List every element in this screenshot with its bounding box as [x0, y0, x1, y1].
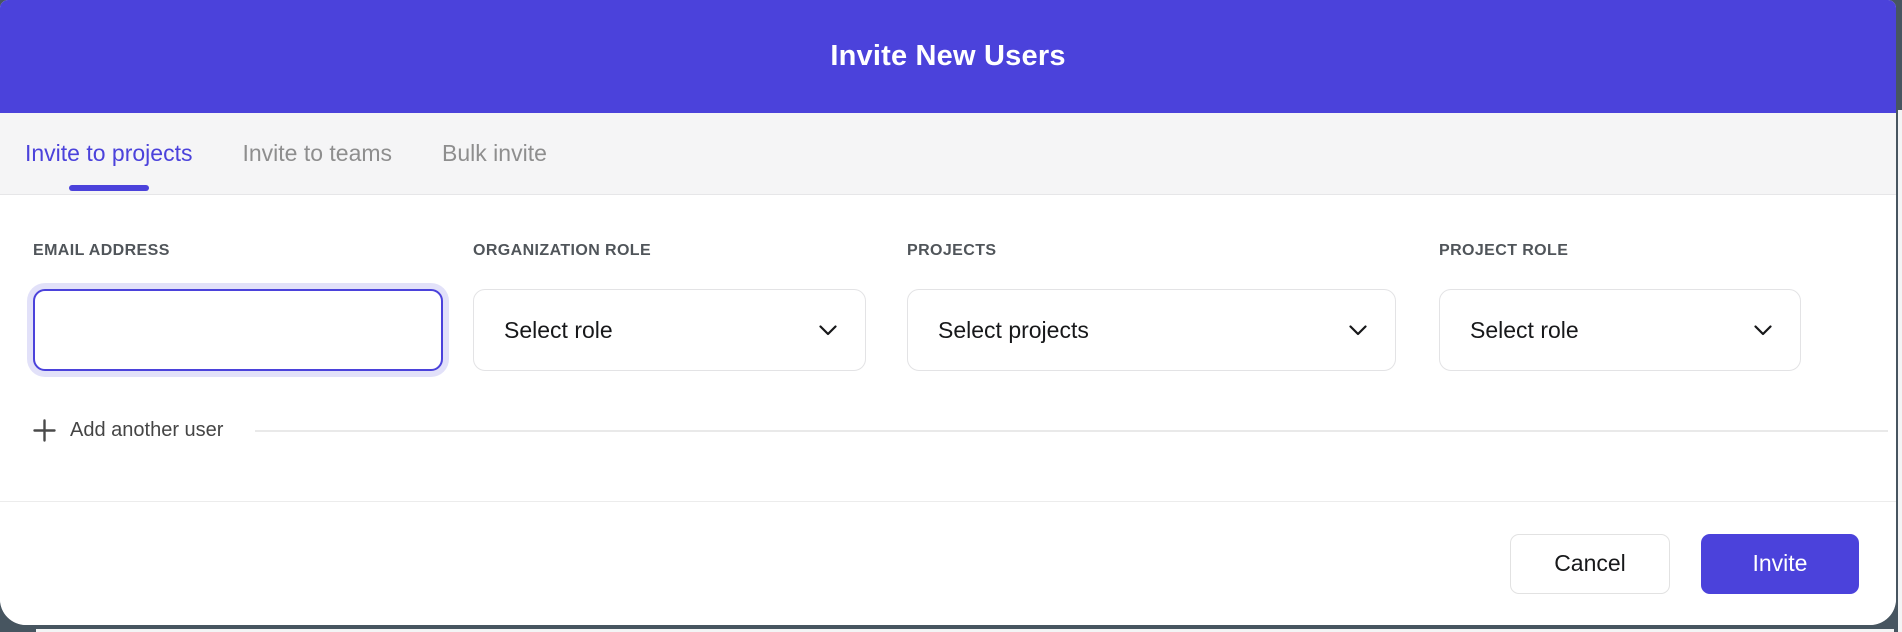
invite-new-users-modal: Invite New Users Invite to projects Invi… [0, 0, 1896, 625]
chevron-down-icon [819, 325, 837, 336]
projects-value: Select projects [938, 317, 1089, 344]
projects-field-group: PROJECTS Select projects [907, 242, 1396, 371]
active-tab-underline [69, 185, 149, 191]
tab-label: Invite to projects [25, 140, 192, 167]
tab-bar: Invite to projects Invite to teams Bulk … [0, 113, 1896, 195]
project-role-select[interactable]: Select role [1439, 289, 1801, 371]
modal-footer: Cancel Invite [0, 501, 1896, 625]
chevron-down-icon [1754, 325, 1772, 336]
project-role-value: Select role [1470, 317, 1579, 344]
tab-bulk-invite[interactable]: Bulk invite [442, 113, 547, 194]
projects-select[interactable]: Select projects [907, 289, 1396, 371]
email-input[interactable] [33, 289, 443, 371]
email-field-group: EMAIL ADDRESS [33, 242, 443, 371]
organization-role-label: ORGANIZATION ROLE [473, 242, 866, 262]
modal-header: Invite New Users [0, 0, 1896, 113]
email-address-label: EMAIL ADDRESS [33, 242, 443, 262]
page-background: Invite New Users Invite to projects Invi… [0, 0, 1902, 632]
project-role-field-group: PROJECT ROLE Select role [1439, 242, 1801, 371]
tab-invite-to-projects[interactable]: Invite to projects [25, 113, 192, 194]
projects-label: PROJECTS [907, 242, 1396, 262]
organization-role-value: Select role [504, 317, 613, 344]
cancel-button[interactable]: Cancel [1510, 534, 1670, 594]
project-role-label: PROJECT ROLE [1439, 242, 1801, 262]
add-another-user-button[interactable]: Add another user [70, 419, 223, 442]
chevron-down-icon [1349, 325, 1367, 336]
invite-form: EMAIL ADDRESS ORGANIZATION ROLE Select r… [0, 195, 1896, 501]
divider-line [255, 430, 1888, 432]
invite-button[interactable]: Invite [1701, 534, 1859, 594]
organization-role-field-group: ORGANIZATION ROLE Select role [473, 242, 866, 371]
tab-label: Bulk invite [442, 140, 547, 167]
page-edge-strip-right [1898, 110, 1902, 632]
add-another-user-row: Add another user [33, 419, 1888, 442]
plus-icon[interactable] [33, 419, 56, 442]
organization-role-select[interactable]: Select role [473, 289, 866, 371]
tab-label: Invite to teams [242, 140, 392, 167]
tab-invite-to-teams[interactable]: Invite to teams [242, 113, 392, 194]
modal-title: Invite New Users [830, 40, 1065, 73]
